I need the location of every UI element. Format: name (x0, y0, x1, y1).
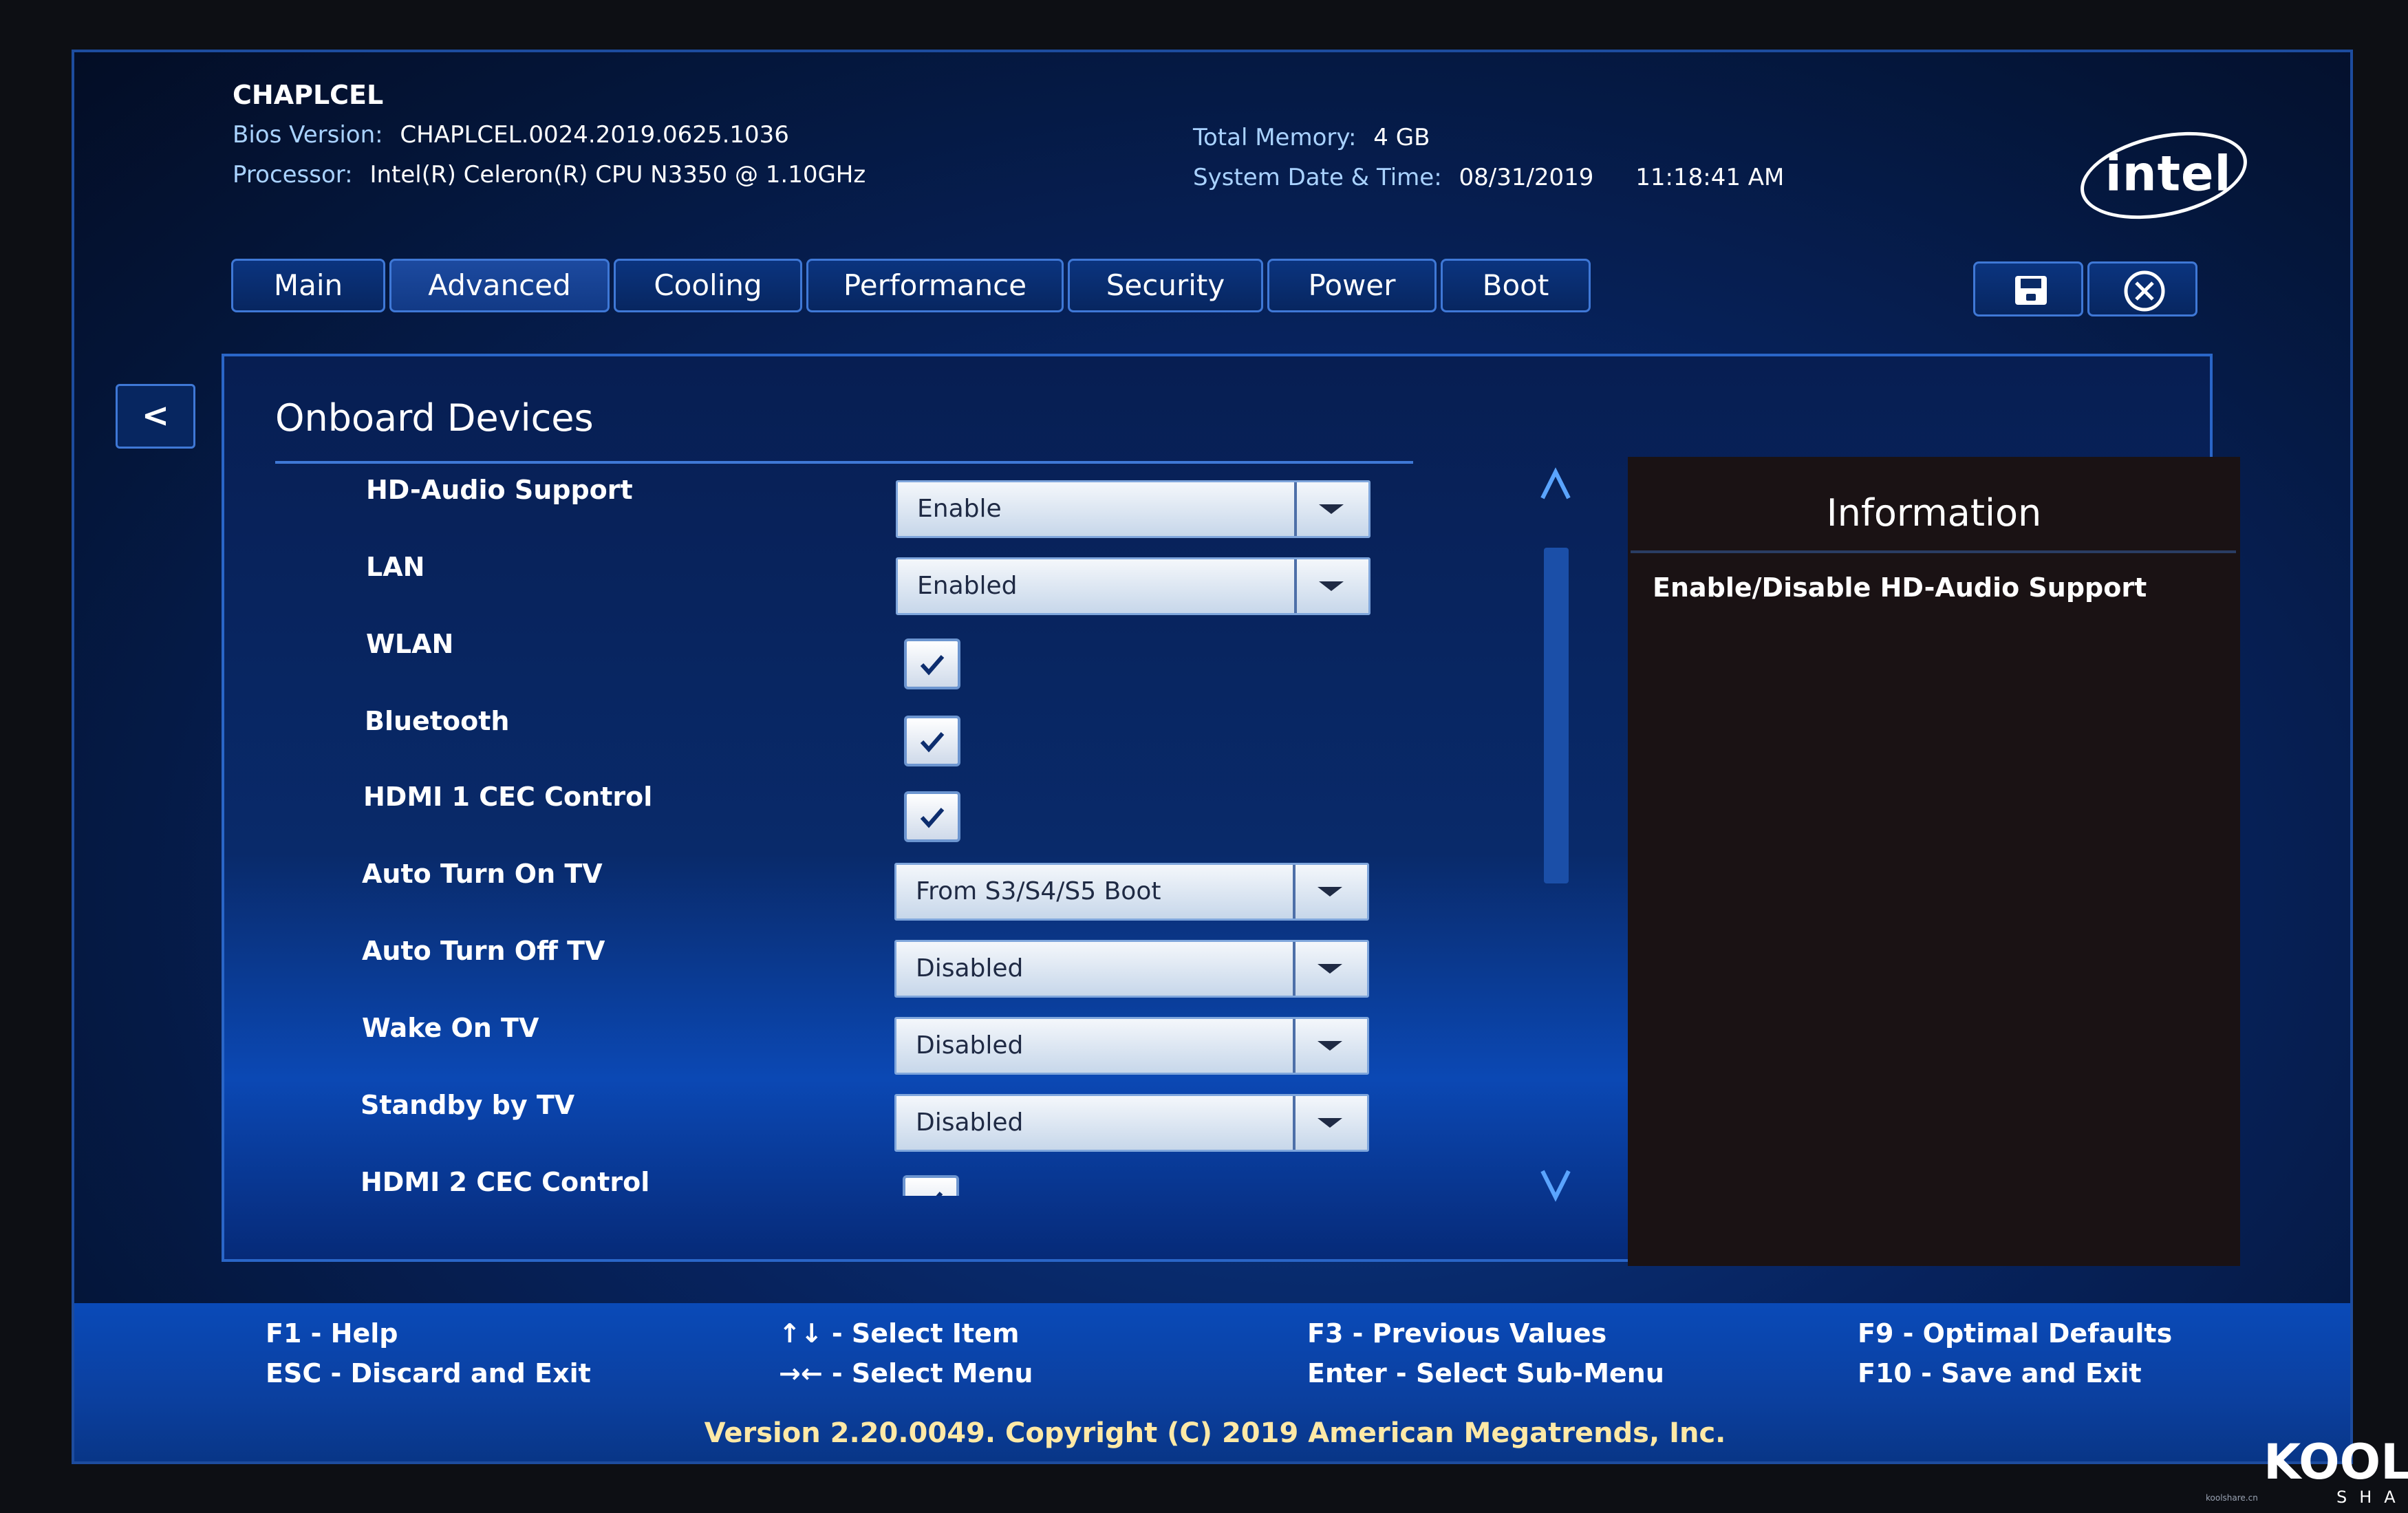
help-enter: Enter - Select Sub-Menu (1307, 1358, 1664, 1388)
chevron-down-icon (1294, 482, 1368, 536)
bios-version-line: Bios Version: CHAPLCEL.0024.2019.0625.10… (233, 121, 789, 149)
tab-performance[interactable]: Performance (806, 259, 1064, 312)
section-title: Onboard Devices (275, 396, 594, 440)
save-button[interactable] (1973, 261, 2083, 316)
memory-line: Total Memory: 4 GB (1193, 124, 1430, 151)
close-circle-icon (2089, 264, 2200, 319)
tab-cooling[interactable]: Cooling (614, 259, 802, 312)
help-select-item: ↑↓ - Select Item (779, 1318, 1019, 1349)
auto-turn-on-tv-dropdown[interactable]: From S3/S4/S5 Boot (894, 863, 1369, 921)
scroll-down-icon[interactable] (1533, 1163, 1578, 1207)
hd-audio-value: Enable (917, 482, 1002, 536)
bios-screen: CHAPLCEL Bios Version: CHAPLCEL.0024.201… (72, 50, 2353, 1464)
row-label-bluetooth: Bluetooth (365, 706, 509, 736)
standby-by-tv-value: Disabled (916, 1096, 1023, 1150)
row-label-hd-audio: HD-Audio Support (366, 475, 633, 505)
checkmark-icon (907, 794, 958, 839)
bluetooth-checkbox[interactable] (904, 716, 960, 766)
tab-power[interactable]: Power (1267, 259, 1437, 312)
checkmark-icon (907, 641, 958, 687)
section-divider (275, 461, 1413, 464)
exit-button[interactable] (2087, 261, 2197, 316)
checkmark-icon (905, 1178, 956, 1196)
processor-line: Processor: Intel(R) Celeron(R) CPU N3350… (233, 161, 866, 189)
datetime-label: System Date & Time: (1193, 164, 1442, 191)
lan-dropdown[interactable]: Enabled (896, 557, 1370, 615)
information-text: Enable/Disable HD-Audio Support (1653, 572, 2147, 603)
intel-logo-text: intel (2089, 146, 2248, 202)
share-watermark: SHARE (2336, 1488, 2408, 1507)
lan-value: Enabled (917, 559, 1017, 613)
checkmark-icon (907, 718, 958, 764)
intel-logo: intel (2072, 118, 2255, 233)
tab-boot[interactable]: Boot (1441, 259, 1591, 312)
scrollbar-thumb[interactable] (1544, 548, 1569, 883)
auto-turn-off-tv-value: Disabled (916, 942, 1023, 996)
processor-label: Processor: (233, 161, 353, 189)
scroll-up-icon[interactable] (1533, 465, 1578, 509)
tab-advanced[interactable]: Advanced (389, 259, 610, 312)
back-button[interactable]: < (116, 384, 195, 449)
hdmi2-cec-checkbox-clip (901, 1175, 960, 1196)
chevron-down-icon (1293, 865, 1367, 919)
row-label-auto-turn-on-tv: Auto Turn On TV (362, 859, 603, 889)
row-label-auto-turn-off-tv: Auto Turn Off TV (362, 936, 605, 966)
memory-value: 4 GB (1373, 124, 1430, 151)
save-icon (1975, 264, 2085, 319)
row-label-lan: LAN (366, 552, 424, 582)
help-f3: F3 - Previous Values (1307, 1318, 1606, 1349)
information-title: Information (1628, 491, 2240, 535)
information-divider (1631, 550, 2236, 553)
tab-main[interactable]: Main (231, 259, 385, 312)
time-value[interactable]: 11:18:41 AM (1635, 164, 1784, 191)
chevron-down-icon (1293, 942, 1367, 996)
standby-by-tv-dropdown[interactable]: Disabled (894, 1094, 1369, 1152)
row-label-wlan: WLAN (366, 629, 453, 659)
help-f10: F10 - Save and Exit (1858, 1358, 2142, 1388)
watermark-url: koolshare.cn (2206, 1493, 2258, 1503)
hdmi2-cec-checkbox[interactable] (903, 1175, 959, 1196)
tab-security[interactable]: Security (1068, 259, 1263, 312)
chevron-down-icon (1293, 1019, 1367, 1073)
auto-turn-on-tv-value: From S3/S4/S5 Boot (916, 865, 1161, 919)
row-label-hdmi1-cec: HDMI 1 CEC Control (363, 782, 652, 812)
auto-turn-off-tv-dropdown[interactable]: Disabled (894, 940, 1369, 998)
hd-audio-dropdown[interactable]: Enable (896, 480, 1370, 538)
help-select-menu: →← - Select Menu (779, 1358, 1033, 1388)
board-model: CHAPLCEL (233, 80, 383, 110)
version-copyright: Version 2.20.0049. Copyright (C) 2019 Am… (74, 1417, 2353, 1449)
bios-version-value: CHAPLCEL.0024.2019.0625.1036 (400, 121, 789, 149)
wake-on-tv-dropdown[interactable]: Disabled (894, 1017, 1369, 1075)
hdmi1-cec-checkbox[interactable] (904, 791, 960, 842)
row-label-wake-on-tv: Wake On TV (362, 1013, 539, 1043)
kool-watermark: KOOL (2264, 1434, 2408, 1490)
chevron-down-icon (1293, 1096, 1367, 1150)
datetime-line: System Date & Time: 08/31/2019 11:18:41 … (1193, 164, 1784, 191)
help-esc: ESC - Discard and Exit (266, 1358, 591, 1388)
chevron-down-icon (1294, 559, 1368, 613)
help-f1: F1 - Help (266, 1318, 398, 1349)
processor-value: Intel(R) Celeron(R) CPU N3350 @ 1.10GHz (369, 161, 866, 189)
wlan-checkbox[interactable] (904, 639, 960, 689)
memory-label: Total Memory: (1193, 124, 1356, 151)
information-panel: Information Enable/Disable HD-Audio Supp… (1628, 457, 2240, 1266)
row-label-standby-by-tv: Standby by TV (361, 1090, 574, 1120)
date-value[interactable]: 08/31/2019 (1459, 164, 1593, 191)
help-f9: F9 - Optimal Defaults (1858, 1318, 2172, 1349)
bios-version-label: Bios Version: (233, 121, 383, 149)
wake-on-tv-value: Disabled (916, 1019, 1023, 1073)
row-label-hdmi2-cec: HDMI 2 CEC Control (361, 1167, 649, 1197)
